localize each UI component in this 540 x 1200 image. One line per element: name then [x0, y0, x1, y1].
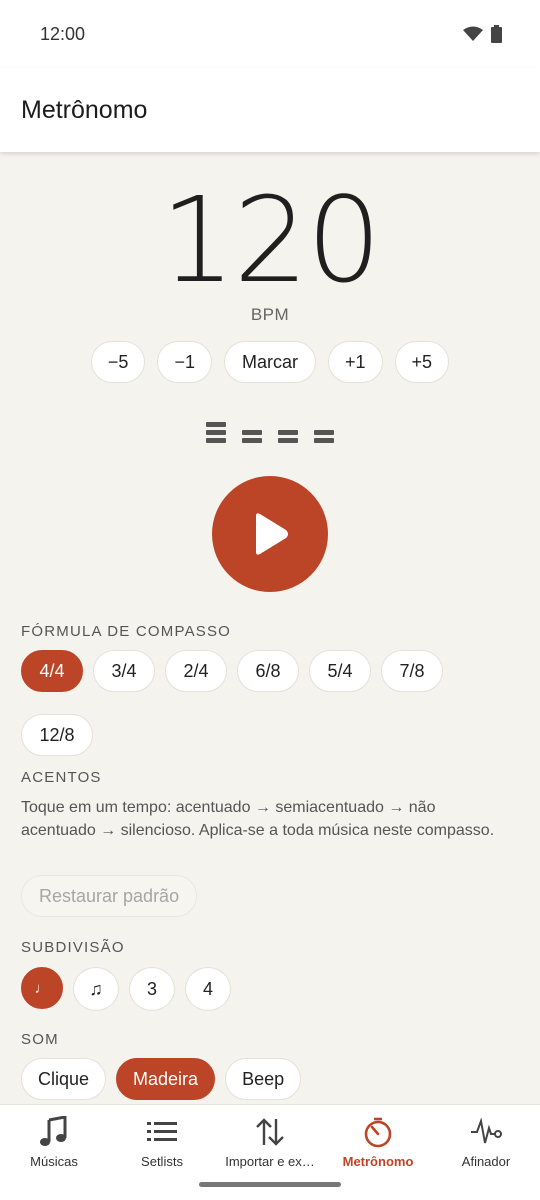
home-indicator[interactable]: [199, 1182, 341, 1187]
decrease-1-button[interactable]: −1: [157, 341, 212, 383]
page-title: Metrônomo: [21, 95, 148, 124]
list-icon: [147, 1115, 177, 1149]
beat-indicators: [0, 422, 540, 443]
sound-click[interactable]: Clique: [21, 1058, 107, 1100]
tempo-controls: −5 −1 Marcar +1 +5: [0, 341, 540, 383]
time-signature-title: FÓRMULA DE COMPASSO: [21, 623, 232, 640]
nav-item-songs[interactable]: Músicas: [0, 1105, 108, 1200]
time-signature-3-4[interactable]: 3/4: [93, 650, 155, 692]
increase-5-button[interactable]: +5: [394, 341, 450, 383]
play-button[interactable]: [212, 476, 328, 592]
subdivision-title: SUBDIVISÃO: [21, 939, 125, 956]
subdivision-eighth[interactable]: ♫: [73, 967, 119, 1011]
status-icons: [463, 25, 502, 43]
nav-label-import-export: Importar e ex…: [225, 1154, 315, 1169]
play-icon: [256, 513, 288, 555]
subdivision-triplet[interactable]: 3: [129, 967, 175, 1011]
metronome-content: 120 BPM −5 −1 Marcar +1 +5 FÓRMULA DE CO…: [0, 152, 540, 1104]
time-signature-4-4[interactable]: 4/4: [21, 650, 83, 692]
increase-1-button[interactable]: +1: [328, 341, 383, 383]
accents-title: ACENTOS: [21, 769, 102, 786]
status-bar: 12:00: [0, 0, 540, 68]
time-signature-5-4[interactable]: 5/4: [309, 650, 371, 692]
battery-icon: [491, 25, 502, 43]
subdivision-options: ♩ ♫ 3 4: [21, 967, 521, 1011]
bpm-label: BPM: [250, 305, 290, 324]
restore-default-button[interactable]: Restaurar padrão: [21, 875, 198, 917]
beat-4[interactable]: [314, 430, 334, 443]
nav-item-tuner[interactable]: Afinador: [432, 1105, 540, 1200]
subdivision-sixteenth[interactable]: 4: [185, 967, 231, 1011]
app-bar: Metrônomo: [0, 68, 540, 152]
nav-label-songs: Músicas: [30, 1154, 78, 1169]
accents-description: Toque em um tempo: acentuado → semiacent…: [21, 799, 495, 839]
decrease-5-button[interactable]: −5: [90, 341, 146, 383]
sound-title: SOM: [21, 1031, 59, 1048]
beat-3[interactable]: [278, 430, 298, 443]
status-time: 12:00: [40, 23, 86, 44]
import-export-icon: [254, 1115, 286, 1149]
wifi-icon: [463, 26, 483, 41]
beat-2[interactable]: [242, 430, 262, 443]
metronome-icon: [362, 1115, 394, 1149]
bpm-value[interactable]: 120: [0, 180, 540, 300]
sound-wood[interactable]: Madeira: [116, 1058, 216, 1100]
sound-options: Clique Madeira Beep: [21, 1058, 521, 1100]
time-signature-2-4[interactable]: 2/4: [165, 650, 227, 692]
time-signature-12-8[interactable]: 12/8: [21, 714, 93, 756]
beat-1-accented[interactable]: [206, 422, 226, 443]
time-signature-6-8[interactable]: 6/8: [237, 650, 299, 692]
music-note-icon: [39, 1115, 69, 1149]
time-signature-7-8[interactable]: 7/8: [381, 650, 443, 692]
tap-tempo-button[interactable]: Marcar: [223, 341, 316, 383]
nav-label-tuner: Afinador: [461, 1154, 511, 1169]
time-signature-options: 4/4 3/4 2/4 6/8 5/4 7/8 12/8: [21, 650, 521, 768]
nav-label-setlists: Setlists: [141, 1154, 183, 1169]
subdivision-quarter[interactable]: ♩: [21, 967, 63, 1009]
sound-beep[interactable]: Beep: [225, 1058, 302, 1100]
nav-label-metronome: Metrônomo: [342, 1154, 414, 1169]
tuner-icon: [470, 1115, 502, 1149]
